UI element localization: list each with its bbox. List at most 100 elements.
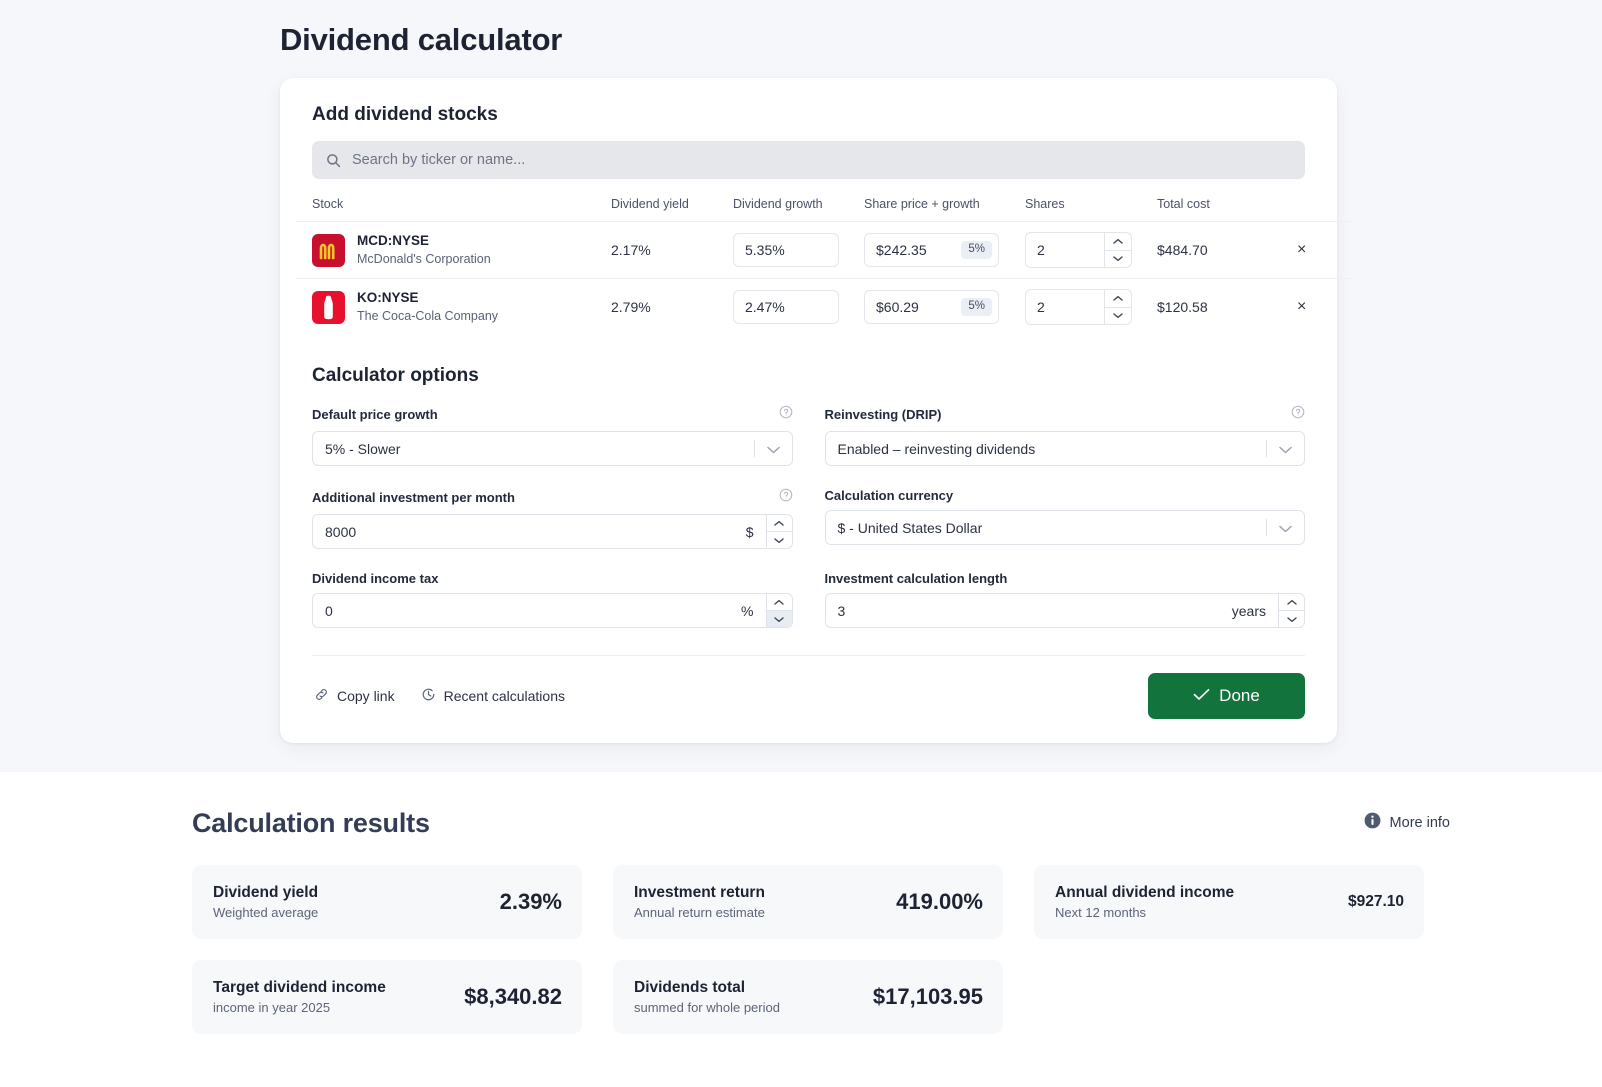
increment-button[interactable]	[767, 594, 792, 610]
dividend-yield-value: 2.79%	[611, 278, 733, 335]
input-value: 3	[837, 602, 846, 619]
decrement-button[interactable]	[1279, 610, 1304, 627]
result-label: Dividend yield	[213, 884, 319, 902]
total-cost-value: $120.58	[1157, 278, 1297, 335]
stock-cell: KO:NYSE The Coca-Cola Company	[296, 278, 611, 335]
help-icon[interactable]	[779, 488, 793, 507]
field-default-price-growth: Default price growth 5% - Slower	[312, 405, 793, 466]
price-growth-badge[interactable]: 5%	[961, 241, 992, 259]
reinvesting-select[interactable]: Enabled – reinvesting dividends	[824, 431, 1305, 466]
divider	[753, 440, 755, 457]
dividend-yield-value: 2.17%	[611, 221, 733, 279]
recent-calculations-label: Recent calculations	[443, 688, 565, 704]
calculation-currency-select[interactable]: $ - United States Dollar	[824, 510, 1305, 545]
field-calculation-currency: Calculation currency $ - United States D…	[824, 488, 1305, 549]
col-dividend-yield: Dividend yield	[611, 197, 689, 211]
done-button[interactable]: Done	[1148, 673, 1305, 719]
stock-search-bar[interactable]: Search by ticker or name...	[312, 141, 1305, 179]
col-total-cost: Total cost	[1157, 197, 1210, 211]
field-label: Investment calculation length	[824, 571, 1008, 586]
result-card-annual-dividend-income: Annual dividend income Next 12 months $9…	[1034, 865, 1424, 939]
result-card-investment-return: Investment return Annual return estimate…	[613, 865, 1003, 939]
recent-calculations-button[interactable]: Recent calculations	[421, 687, 565, 705]
investment-length-stepper[interactable]	[1278, 593, 1305, 628]
share-price-input[interactable]: $242.35 5%	[864, 233, 999, 267]
more-info-button[interactable]: More info	[1364, 812, 1450, 839]
remove-stock-button[interactable]: ×	[1297, 221, 1353, 279]
stocks-table: Stock Dividend yield Dividend growth Sha…	[296, 193, 1353, 335]
stock-ticker: KO:NYSE	[357, 290, 419, 306]
default-price-growth-select[interactable]: 5% - Slower	[312, 431, 793, 466]
chevron-down-icon[interactable]	[766, 441, 780, 457]
col-stock: Stock	[312, 197, 344, 211]
additional-investment-stepper[interactable]	[765, 514, 793, 549]
help-icon[interactable]	[779, 405, 793, 424]
results-title: Calculation results	[192, 808, 430, 838]
dividend-income-tax-control: 0 %	[312, 593, 793, 628]
top-section: Dividend calculator Add dividend stocks …	[0, 0, 1602, 772]
result-card-target-dividend-income: Target dividend income income in year 20…	[192, 960, 582, 1034]
copy-link-button[interactable]: Copy link	[314, 687, 395, 705]
shares-decrement-button[interactable]	[1105, 249, 1131, 268]
calculation-results-section: Calculation results More info Dividend y…	[0, 772, 1602, 1087]
additional-investment-input[interactable]: 8000 $	[312, 514, 766, 549]
shares-increment-button[interactable]	[1105, 233, 1131, 250]
result-card-dividends-total: Dividends total summed for whole period …	[613, 960, 1003, 1034]
share-price-cell: $242.35 5%	[864, 221, 1025, 279]
field-label: Default price growth	[312, 407, 438, 422]
shares-increment-button[interactable]	[1105, 290, 1131, 307]
investment-length-input[interactable]: 3 years	[824, 593, 1278, 628]
dividend-growth-input[interactable]: 2.47%	[733, 290, 839, 324]
chevron-down-icon[interactable]	[1279, 441, 1292, 457]
additional-investment-control: 8000 $	[312, 514, 793, 549]
dividend-income-tax-input[interactable]: 0 %	[312, 593, 766, 628]
shares-input[interactable]: 2	[1026, 233, 1104, 267]
help-icon[interactable]	[1291, 405, 1305, 424]
shares-input[interactable]: 2	[1026, 290, 1104, 324]
copy-link-label: Copy link	[337, 688, 395, 704]
calculator-options-grid: Default price growth 5% - Slower Reinves…	[312, 405, 1305, 628]
stock-company: McDonald's Corporation	[357, 251, 491, 266]
dividend-growth-cell: 2.47%	[733, 278, 864, 335]
table-row: KO:NYSE The Coca-Cola Company 2.79% 2.47…	[296, 278, 1353, 335]
result-sublabel: income in year 2025	[213, 999, 331, 1015]
col-share-price-growth: Share price + growth	[864, 197, 980, 211]
shares-cell: 2	[1025, 278, 1157, 335]
result-sublabel: Next 12 months	[1055, 904, 1147, 920]
input-unit: $	[745, 523, 754, 540]
total-cost-value: $484.70	[1157, 221, 1297, 279]
dividend-income-tax-stepper[interactable]	[765, 593, 793, 628]
history-clock-icon	[421, 687, 436, 705]
decrement-button[interactable]	[766, 531, 792, 548]
result-value: 2.39%	[499, 889, 562, 914]
shares-stepper[interactable]: 2	[1025, 289, 1132, 325]
table-row: MCD:NYSE McDonald's Corporation 2.17% 5.…	[296, 221, 1353, 279]
shares-decrement-button[interactable]	[1105, 306, 1131, 325]
more-info-label: More info	[1389, 814, 1450, 831]
dividend-growth-input[interactable]: 5.35%	[733, 233, 839, 267]
field-label: Additional investment per month	[312, 490, 515, 505]
remove-stock-button[interactable]: ×	[1297, 278, 1353, 335]
shares-stepper[interactable]: 2	[1025, 232, 1132, 268]
field-label: Calculation currency	[824, 488, 954, 503]
investment-length-control: 3 years	[824, 593, 1305, 628]
increment-button[interactable]	[1279, 594, 1304, 610]
done-label: Done	[1219, 686, 1260, 705]
result-label: Annual dividend income	[1055, 884, 1235, 902]
chevron-down-icon[interactable]	[1279, 520, 1292, 536]
decrement-button[interactable]	[766, 610, 792, 627]
increment-button[interactable]	[767, 515, 792, 531]
result-card-placeholder	[1034, 960, 1424, 1034]
share-price-input[interactable]: $60.29 5%	[864, 290, 999, 324]
field-investment-length: Investment calculation length 3 years	[824, 571, 1305, 628]
field-label: Dividend income tax	[312, 571, 439, 586]
page-title: Dividend calculator	[280, 22, 563, 57]
search-input-placeholder[interactable]: Search by ticker or name...	[352, 152, 525, 168]
select-value: 5% - Slower	[325, 440, 401, 457]
share-price-value: $242.35	[876, 242, 927, 258]
info-icon	[1364, 812, 1381, 833]
result-label: Investment return	[634, 884, 765, 902]
field-additional-investment: Additional investment per month 8000 $	[312, 488, 793, 549]
mcdonalds-logo-icon	[312, 233, 345, 267]
price-growth-badge[interactable]: 5%	[961, 298, 992, 316]
